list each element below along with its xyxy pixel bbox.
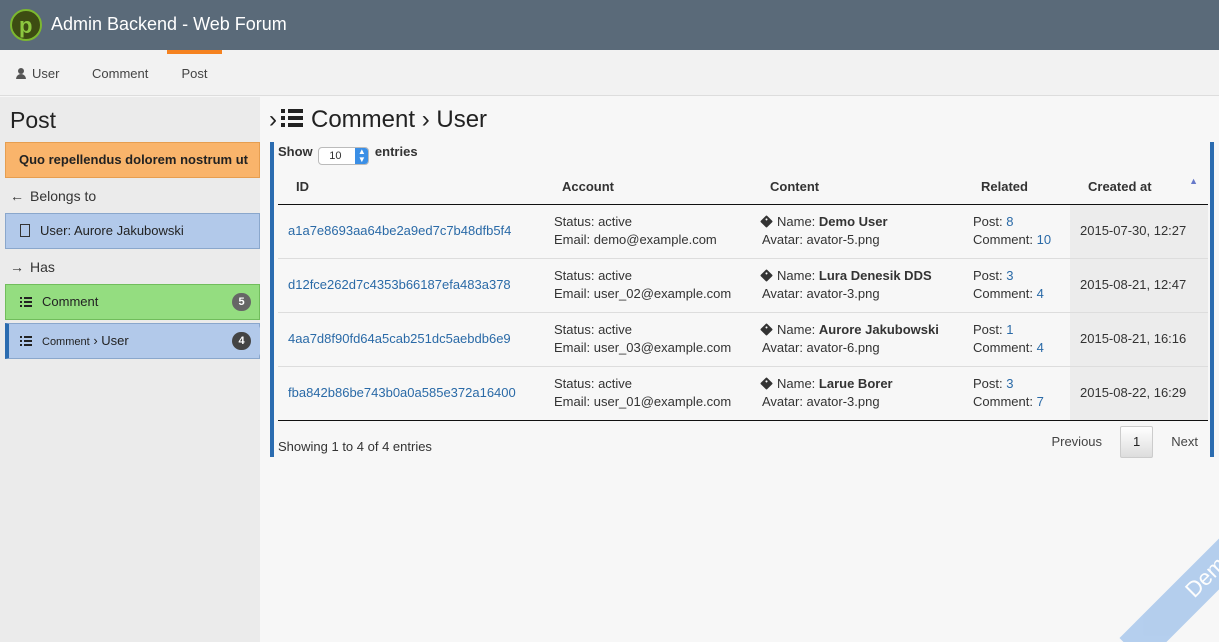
tag-icon bbox=[760, 323, 773, 336]
list-icon bbox=[20, 336, 32, 346]
sidebar: Post Quo repellendus dolorem nostrum ut … bbox=[0, 97, 268, 642]
id-cell: a1a7e8693aa64be2a9ed7c7b48dfb5f4 bbox=[278, 204, 544, 259]
comment-count-link[interactable]: 7 bbox=[1037, 394, 1044, 409]
previous-page-button[interactable]: Previous bbox=[1039, 427, 1114, 457]
post-count-link[interactable]: 3 bbox=[1006, 268, 1013, 283]
post-count-link[interactable]: 8 bbox=[1006, 214, 1013, 229]
created-at-cell: 2015-08-21, 12:47 bbox=[1070, 258, 1208, 313]
chevron-up-down-icon: ▲ ▼ bbox=[355, 148, 369, 164]
nav-item-user[interactable]: User bbox=[16, 50, 59, 96]
content-cell: Name: Demo User Avatar: avator-5.png bbox=[752, 204, 963, 259]
app-logo-icon[interactable]: p bbox=[10, 9, 42, 41]
comment-count-link[interactable]: 4 bbox=[1037, 340, 1044, 355]
sidebar-item-comment[interactable]: Comment 5 bbox=[5, 284, 260, 320]
content-cell: Name: Aurore Jakubowski Avatar: avator-6.… bbox=[752, 312, 963, 367]
id-cell: fba842b86be743b0a0a585e372a16400 bbox=[278, 366, 544, 421]
list-icon bbox=[281, 109, 303, 127]
comment-count-link[interactable]: 10 bbox=[1037, 232, 1051, 247]
count-badge: 4 bbox=[232, 332, 251, 350]
table-info: Showing 1 to 4 of 4 entries bbox=[278, 439, 432, 454]
current-post-title[interactable]: Quo repellendus dolorem nostrum ut bbox=[5, 142, 260, 178]
nav-item-post[interactable]: Post bbox=[167, 50, 222, 96]
user-icon bbox=[16, 68, 26, 79]
comment-count-link[interactable]: 4 bbox=[1037, 286, 1044, 301]
table-row: a1a7e8693aa64be2a9ed7c7b48dfb5f4 Status:… bbox=[278, 204, 1208, 259]
related-cell: Post: 3 Comment: 7 bbox=[963, 366, 1070, 421]
top-bar: p Admin Backend - Web Forum bbox=[0, 0, 1219, 50]
sidebar-title: Post bbox=[10, 107, 57, 133]
column-header-related[interactable]: Related bbox=[963, 169, 1070, 205]
id-link[interactable]: 4aa7d8f90fd64a5cab251dc5aebdb6e9 bbox=[288, 331, 511, 346]
id-link[interactable]: a1a7e8693aa64be2a9ed7c7b48dfb5f4 bbox=[288, 223, 511, 238]
app-title: Admin Backend - Web Forum bbox=[51, 14, 287, 34]
id-link[interactable]: fba842b86be743b0a0a585e372a16400 bbox=[288, 385, 516, 400]
next-page-button[interactable]: Next bbox=[1159, 427, 1210, 457]
has-heading: → Has bbox=[10, 259, 55, 275]
account-cell: Status: active Email: demo@example.com bbox=[544, 204, 752, 259]
column-header-created-at[interactable]: Created at ▲ bbox=[1070, 169, 1208, 205]
tag-icon bbox=[760, 377, 773, 390]
page-length-control: Show 10 ▲ ▼ entries bbox=[278, 144, 418, 165]
page-length-select[interactable]: 10 ▲ ▼ bbox=[318, 147, 370, 165]
column-header-content[interactable]: Content bbox=[752, 169, 963, 205]
content-cell: Name: Lura Denesik DDS Avatar: avator-3.p… bbox=[752, 258, 963, 313]
sort-ascending-icon: ▲ bbox=[1189, 176, 1198, 186]
created-at-cell: 2015-08-21, 16:16 bbox=[1070, 312, 1208, 367]
pagination: Previous 1 Next bbox=[1039, 426, 1210, 458]
tag-icon bbox=[760, 269, 773, 282]
sidebar-item-comment-user[interactable]: Comment › User 4 bbox=[5, 323, 260, 359]
id-cell: d12fce262d7c4353b66187efa483a378 bbox=[278, 258, 544, 313]
comment-user-panel: Show 10 ▲ ▼ entries ID Account Content Rel… bbox=[270, 142, 1214, 458]
related-cell: Post: 1 Comment: 4 bbox=[963, 312, 1070, 367]
related-cell: Post: 3 Comment: 4 bbox=[963, 258, 1070, 313]
column-header-account[interactable]: Account bbox=[544, 169, 752, 205]
count-badge: 5 bbox=[232, 293, 251, 311]
account-cell: Status: active Email: user_02@example.com bbox=[544, 258, 752, 313]
id-cell: 4aa7d8f90fd64a5cab251dc5aebdb6e9 bbox=[278, 312, 544, 367]
post-count-link[interactable]: 3 bbox=[1006, 376, 1013, 391]
arrow-left-icon: ← bbox=[10, 188, 24, 204]
post-count-link[interactable]: 1 bbox=[1006, 322, 1013, 337]
list-icon bbox=[20, 297, 32, 307]
table-row: 4aa7d8f90fd64a5cab251dc5aebdb6e9 Status:… bbox=[278, 312, 1208, 367]
table-row: d12fce262d7c4353b66187efa483a378 Status:… bbox=[278, 258, 1208, 313]
document-icon bbox=[20, 224, 30, 237]
page-title: › Comment › User bbox=[269, 106, 488, 133]
page-button-1[interactable]: 1 bbox=[1120, 426, 1154, 458]
main-content: › Comment › User Show 10 ▲ ▼ entries ID Acc… bbox=[260, 97, 1219, 642]
nav-item-comment[interactable]: Comment bbox=[92, 50, 148, 96]
account-cell: Status: active Email: user_03@example.com bbox=[544, 312, 752, 367]
created-at-cell: 2015-07-30, 12:27 bbox=[1070, 204, 1208, 259]
related-cell: Post: 8 Comment: 10 bbox=[963, 204, 1070, 259]
content-cell: Name: Larue Borer Avatar: avator-3.png bbox=[752, 366, 963, 421]
created-at-cell: 2015-08-22, 16:29 bbox=[1070, 366, 1208, 421]
belongs-to-heading: ← Belongs to bbox=[10, 188, 97, 204]
column-header-id[interactable]: ID bbox=[278, 169, 544, 205]
tag-icon bbox=[760, 215, 773, 228]
table-row: fba842b86be743b0a0a585e372a16400 Status:… bbox=[278, 366, 1208, 421]
arrow-right-icon: → bbox=[10, 259, 24, 275]
users-table: ID Account Content Related Created at ▲ a… bbox=[278, 169, 1208, 421]
main-nav: User Comment Post bbox=[0, 50, 1219, 96]
sidebar-item-user[interactable]: User: Aurore Jakubowski bbox=[5, 213, 260, 249]
id-link[interactable]: d12fce262d7c4353b66187efa483a378 bbox=[288, 277, 511, 292]
account-cell: Status: active Email: user_01@example.com bbox=[544, 366, 752, 421]
